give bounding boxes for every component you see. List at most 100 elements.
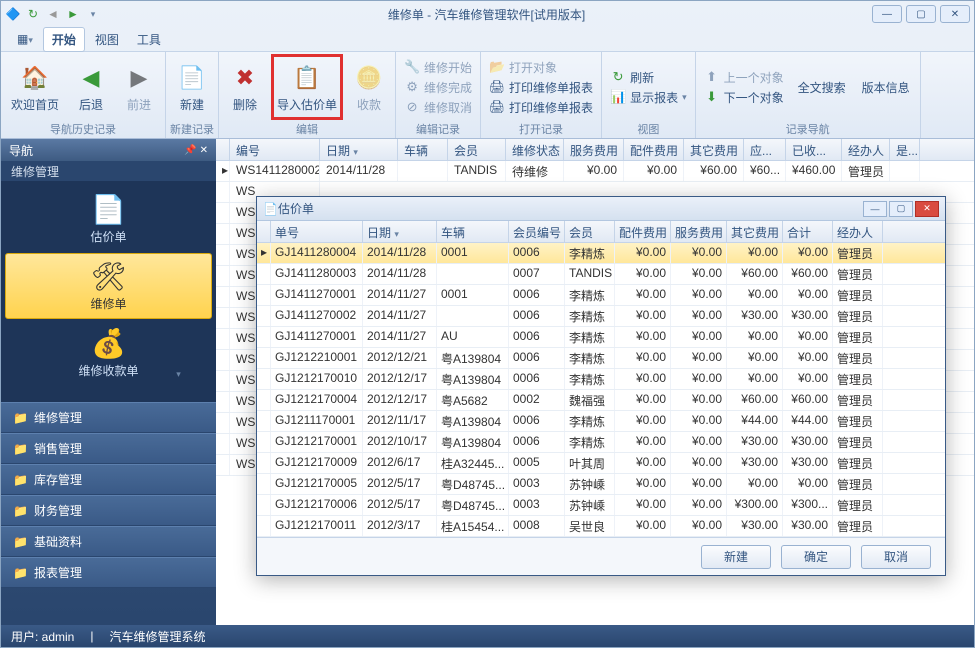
print-repair-bill-button[interactable]: 🖨打印维修单报表: [485, 98, 597, 117]
grid-header-cell[interactable]: 配件费用: [624, 139, 684, 160]
dialog-header-cell[interactable]: 经办人: [833, 221, 883, 242]
dialog-header-cell[interactable]: 服务费用: [671, 221, 727, 242]
dialog-row[interactable]: GJ12121700012012/10/17粤A1398040006李精炼¥0.…: [257, 432, 945, 453]
pin-icon[interactable]: 📌 ✕: [184, 145, 208, 156]
dialog-row[interactable]: GJ12121700062012/5/17粤D48745...0003苏钟嵊¥0…: [257, 495, 945, 516]
grid-cell: ▸: [216, 161, 230, 181]
dialog-close-button[interactable]: ✕: [915, 201, 939, 217]
dialog-row[interactable]: GJ12111700012012/11/17粤A1398040006李精炼¥0.…: [257, 411, 945, 432]
dialog-row[interactable]: GJ14112700012014/11/27AU0006李精炼¥0.00¥0.0…: [257, 327, 945, 348]
dialog-minimize-button[interactable]: —: [863, 201, 887, 217]
dialog-row[interactable]: GJ14112700012014/11/2700010006李精炼¥0.00¥0…: [257, 285, 945, 306]
home-button[interactable]: 🏠欢迎首页: [5, 54, 65, 120]
dialog-header-cell[interactable]: 合计: [783, 221, 833, 242]
dialog-cell: ¥0.00: [671, 453, 727, 473]
maximize-button[interactable]: ▢: [906, 5, 936, 23]
dialog-cell: GJ1212170009: [271, 453, 363, 473]
refresh-icon[interactable]: ↻: [25, 6, 41, 22]
minimize-button[interactable]: —: [872, 5, 902, 23]
dialog-header-cell[interactable]: [257, 221, 271, 242]
import-quote-button[interactable]: 📋导入估价单: [271, 54, 343, 120]
dialog-row[interactable]: GJ12121700052012/5/17粤D48745...0003苏钟嵊¥0…: [257, 474, 945, 495]
next-object-button[interactable]: ⬇下一个对象: [700, 88, 788, 107]
tab-start[interactable]: 开始: [43, 27, 85, 52]
print-repair-button[interactable]: 🖨打印维修单报表: [485, 78, 597, 97]
grid-row[interactable]: ▸WS14112800022014/11/28TANDIS待维修¥0.00¥0.…: [216, 161, 974, 182]
repair-done-button: ⚙维修完成: [400, 78, 476, 97]
dialog-grid-body[interactable]: ▸GJ14112800042014/11/2800010006李精炼¥0.00¥…: [257, 243, 945, 537]
grid-header-cell[interactable]: 已收...: [786, 139, 842, 160]
delete-button[interactable]: ✖删除: [223, 54, 267, 120]
dialog-cell: 桂A15454...: [437, 516, 509, 536]
dialog-header-cell[interactable]: 会员: [565, 221, 615, 242]
dialog-cell: 管理员: [833, 264, 883, 284]
dialog-header-cell[interactable]: 配件费用: [615, 221, 671, 242]
file-menu[interactable]: ▦▾: [9, 29, 41, 49]
grid-header-cell[interactable]: 应...: [744, 139, 786, 160]
dialog-cell: 管理员: [833, 516, 883, 536]
dialog-cell: 0006: [509, 306, 565, 326]
dialog-cell: ¥0.00: [615, 264, 671, 284]
dialog-row[interactable]: GJ12121700092012/6/17桂A32445...0005叶其周¥0…: [257, 453, 945, 474]
dialog-row[interactable]: GJ12121700042012/12/17粤A56820002魏福强¥0.00…: [257, 390, 945, 411]
dialog-header-cell[interactable]: 日期 ▾: [363, 221, 437, 242]
nav-tile-quote[interactable]: 📄估价单: [1, 187, 216, 251]
repair-cancel-button: ⊘维修取消: [400, 98, 476, 117]
full-search-button[interactable]: 全文搜索: [792, 54, 852, 120]
nav-list-item[interactable]: 📁库存管理: [1, 464, 216, 495]
dialog-cell: ¥0.00: [615, 285, 671, 305]
nav-tile-payment[interactable]: 💰维修收款单▾: [1, 321, 216, 396]
version-button[interactable]: 版本信息: [856, 54, 916, 120]
nav-tile-repair[interactable]: 🛠维修单: [5, 253, 212, 319]
grid-header-cell[interactable]: 日期 ▾: [320, 139, 398, 160]
nav-list-item[interactable]: 📁财务管理: [1, 495, 216, 526]
dialog-row[interactable]: GJ14112700022014/11/270006李精炼¥0.00¥0.00¥…: [257, 306, 945, 327]
refresh-button[interactable]: ↻刷新: [606, 68, 691, 87]
app-window: 🔷 ↻ ◄ ► ▾ 维修单 - 汽车维修管理软件[试用版本] — ▢ ✕ ▦▾ …: [0, 0, 975, 648]
dialog-ok-button[interactable]: 确定: [781, 545, 851, 569]
grid-header-cell[interactable]: 会员: [448, 139, 506, 160]
dialog-cell: ¥0.00: [671, 516, 727, 536]
dialog-cell: 粤D48745...: [437, 474, 509, 494]
nav-list: 📁维修管理📁销售管理📁库存管理📁财务管理📁基础资料📁报表管理: [1, 402, 216, 625]
dialog-header-cell[interactable]: 其它费用: [727, 221, 783, 242]
dialog-cancel-button[interactable]: 取消: [861, 545, 931, 569]
dialog-maximize-button[interactable]: ▢: [889, 201, 913, 217]
dialog-row[interactable]: GJ12122100012012/12/21粤A1398040006李精炼¥0.…: [257, 348, 945, 369]
grid-header-cell[interactable]: [216, 139, 230, 160]
dialog-cell: 0003: [509, 495, 565, 515]
grid-header-cell[interactable]: 其它费用: [684, 139, 744, 160]
back-qat-icon[interactable]: ◄: [45, 6, 61, 22]
forward-qat-icon[interactable]: ►: [65, 6, 81, 22]
nav-header: 导航 📌 ✕: [1, 139, 216, 161]
nav-category[interactable]: 维修管理: [1, 161, 216, 181]
dialog-header-cell[interactable]: 单号: [271, 221, 363, 242]
dialog-row[interactable]: GJ12121700102012/12/17粤A1398040006李精炼¥0.…: [257, 369, 945, 390]
dialog-cell: ¥0.00: [615, 369, 671, 389]
dialog-row[interactable]: ▸GJ14112800042014/11/2800010006李精炼¥0.00¥…: [257, 243, 945, 264]
show-report-button[interactable]: 📊显示报表▾: [606, 88, 691, 107]
grid-header-cell[interactable]: 车辆: [398, 139, 448, 160]
nav-list-item[interactable]: 📁维修管理: [1, 402, 216, 433]
nav-list-item[interactable]: 📁报表管理: [1, 557, 216, 588]
nav-list-item[interactable]: 📁销售管理: [1, 433, 216, 464]
dialog-cell: 0002: [509, 390, 565, 410]
grid-header-cell[interactable]: 服务费用: [564, 139, 624, 160]
grid-header-cell[interactable]: 编号: [230, 139, 320, 160]
tab-view[interactable]: 视图: [87, 28, 127, 51]
grid-header-cell[interactable]: 是...: [890, 139, 920, 160]
grid-header-cell[interactable]: 经办人: [842, 139, 890, 160]
dialog-header-cell[interactable]: 车辆: [437, 221, 509, 242]
dialog-header-cell[interactable]: 会员编号: [509, 221, 565, 242]
dialog-row[interactable]: GJ12121700112012/3/17桂A15454...0008吴世良¥0…: [257, 516, 945, 537]
dialog-row[interactable]: GJ14112800032014/11/280007TANDIS¥0.00¥0.…: [257, 264, 945, 285]
tab-tools[interactable]: 工具: [129, 28, 169, 51]
nav-list-item[interactable]: 📁基础资料: [1, 526, 216, 557]
grid-header-cell[interactable]: 维修状态: [506, 139, 564, 160]
new-button[interactable]: 📄新建: [170, 54, 214, 120]
grid-cell: 管理员: [842, 161, 890, 181]
back-button[interactable]: ◀后退: [69, 54, 113, 120]
dialog-new-button[interactable]: 新建: [701, 545, 771, 569]
close-button[interactable]: ✕: [940, 5, 970, 23]
qat-dropdown-icon[interactable]: ▾: [85, 6, 101, 22]
